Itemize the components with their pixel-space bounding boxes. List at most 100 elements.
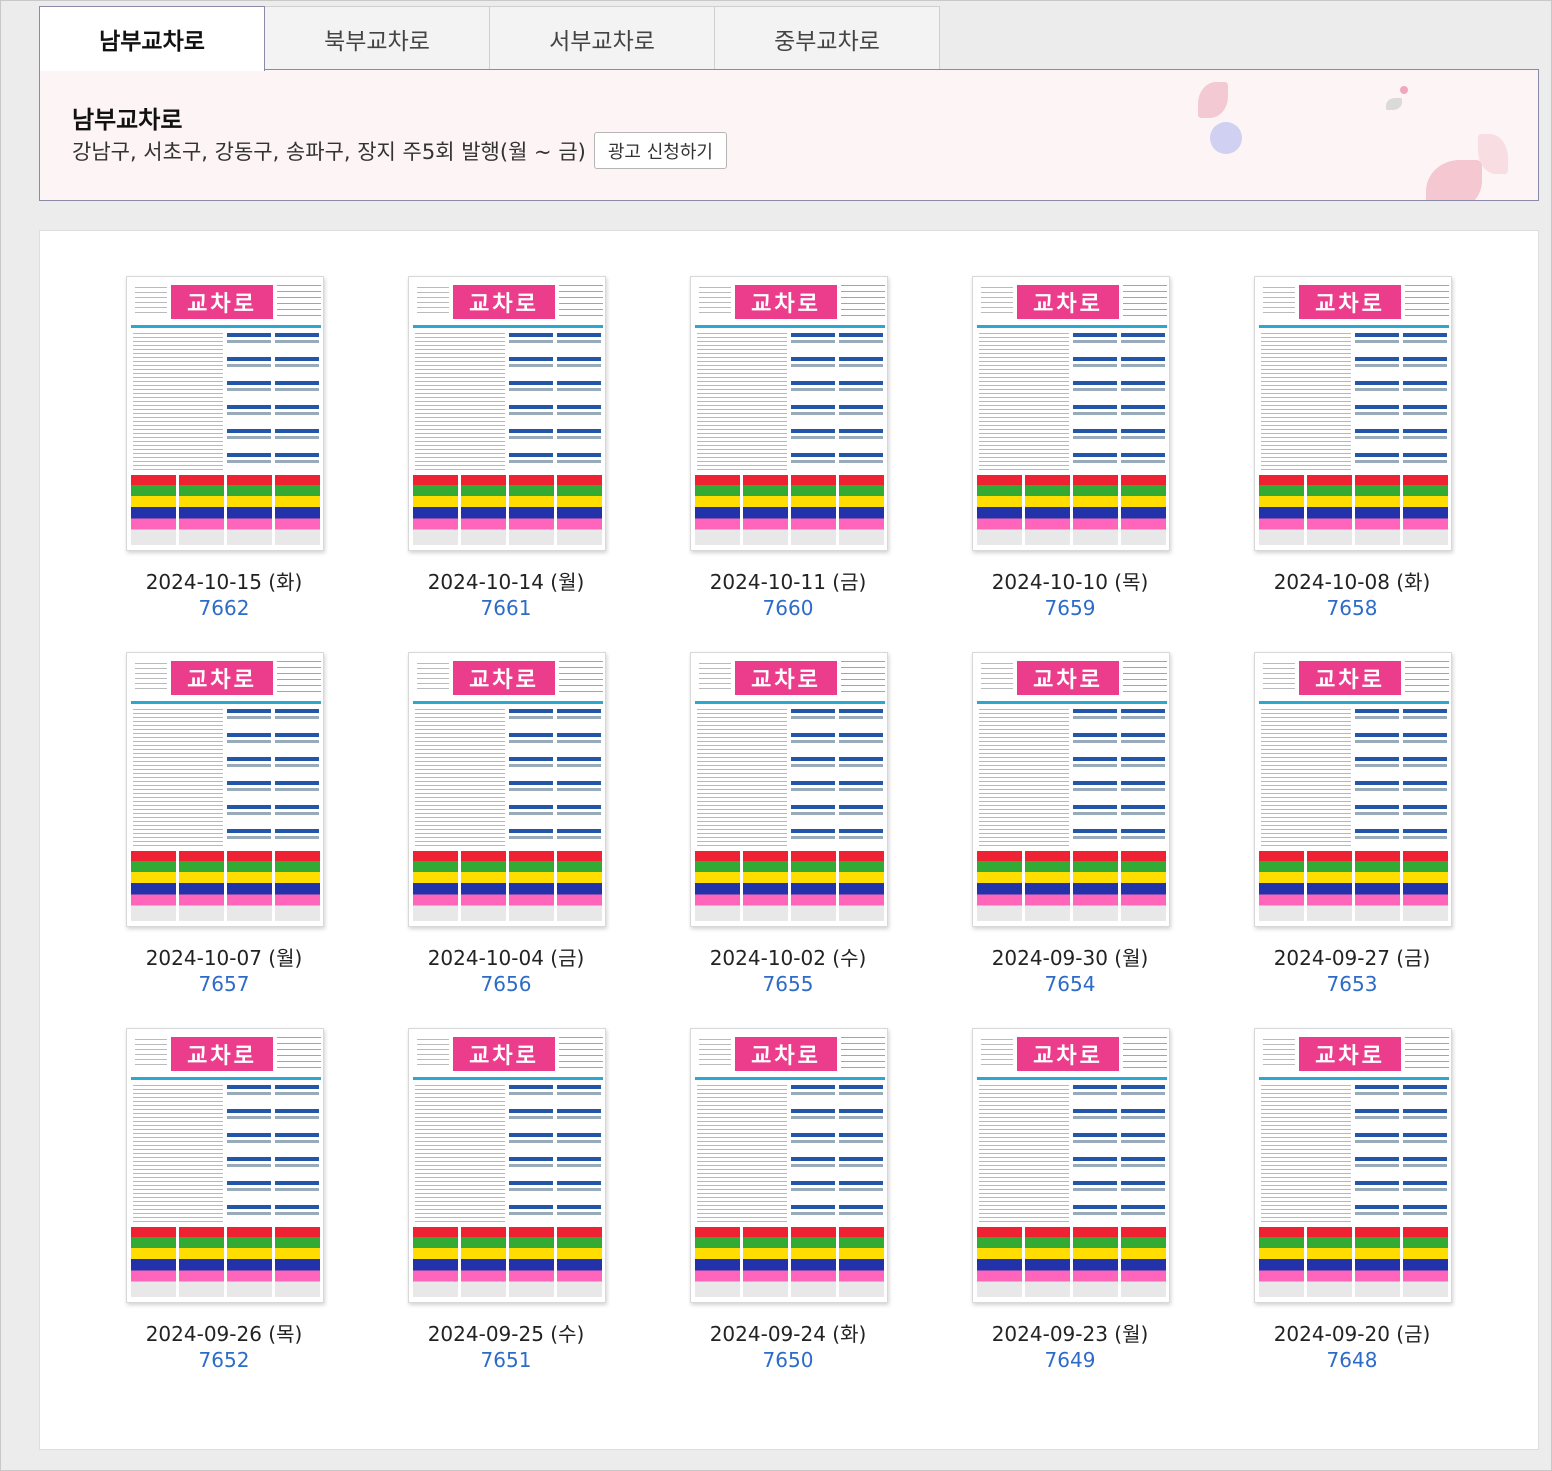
decorative-petal: [1386, 98, 1402, 110]
decorative-circle: [1210, 122, 1242, 154]
thumbnail-article-text: [133, 1085, 223, 1225]
newspaper-thumbnail[interactable]: 교차로: [690, 276, 888, 551]
tab-central[interactable]: 중부교차로: [714, 6, 940, 70]
issue-date: 2024-09-24 (화): [709, 1322, 867, 1346]
thumbnail-logo: 교차로: [735, 1037, 837, 1071]
thumbnail-masthead: 교차로: [131, 1033, 321, 1077]
thumbnail-logo: 교차로: [735, 661, 837, 695]
thumbnail-article-text: [1261, 333, 1351, 473]
thumbnail-small-print: [1263, 1039, 1295, 1069]
thumbnail-classified-ads: [1073, 333, 1165, 473]
thumbnail-issue-date-block: [841, 1037, 885, 1071]
issue-number-link[interactable]: 7651: [386, 1348, 626, 1372]
issue-number-link[interactable]: 7652: [104, 1348, 344, 1372]
issue-number-link[interactable]: 7649: [950, 1348, 1190, 1372]
thumbnail-classified-ads: [1073, 1085, 1165, 1225]
issue-date: 2024-09-30 (월): [991, 946, 1149, 970]
newspaper-thumbnail[interactable]: 교차로: [126, 1028, 324, 1303]
thumbnail-classified-ads: [1355, 333, 1447, 473]
issue-number-link[interactable]: 7661: [386, 596, 626, 620]
page-frame: 남부교차로 북부교차로 서부교차로 중부교차로 남부교차로 강남구, 서초구, …: [0, 0, 1552, 1471]
newspaper-thumbnail[interactable]: 교차로: [408, 1028, 606, 1303]
thumbnail-masthead: 교차로: [695, 1033, 885, 1077]
thumbnail-display-ads: [977, 1227, 1167, 1297]
thumbnail-divider: [977, 325, 1167, 328]
thumbnail-small-print: [417, 663, 449, 693]
newspaper-thumbnail[interactable]: 교차로: [972, 1028, 1170, 1303]
issue-number-link[interactable]: 7655: [668, 972, 908, 996]
issue-number-link[interactable]: 7658: [1232, 596, 1472, 620]
thumbnail-article-text: [133, 333, 223, 473]
newspaper-thumbnail[interactable]: 교차로: [126, 276, 324, 551]
thumbnail-logo: 교차로: [453, 1037, 555, 1071]
thumbnail-issue-date-block: [559, 661, 603, 695]
thumbnail-logo: 교차로: [1299, 661, 1401, 695]
thumbnail-classified-ads: [227, 333, 319, 473]
thumbnail-logo: 교차로: [735, 285, 837, 319]
tab-west[interactable]: 서부교차로: [489, 6, 715, 70]
thumbnail-divider: [131, 325, 321, 328]
issue-number-link[interactable]: 7660: [668, 596, 908, 620]
issue-number-link[interactable]: 7654: [950, 972, 1190, 996]
issue-number-link[interactable]: 7662: [104, 596, 344, 620]
thumbnail-issue-date-block: [277, 661, 321, 695]
newspaper-thumbnail[interactable]: 교차로: [690, 1028, 888, 1303]
thumbnail-issue-date-block: [841, 285, 885, 319]
issue-number-link[interactable]: 7650: [668, 1348, 908, 1372]
issue-date: 2024-10-02 (수): [709, 946, 867, 970]
issue-date: 2024-09-27 (금): [1273, 946, 1431, 970]
issue-number-link[interactable]: 7653: [1232, 972, 1472, 996]
issue-number-link[interactable]: 7656: [386, 972, 626, 996]
thumbnail-divider: [131, 701, 321, 704]
thumbnail-classified-ads: [509, 1085, 601, 1225]
issue-date: 2024-10-08 (화): [1273, 570, 1431, 594]
thumbnail-display-ads: [695, 851, 885, 921]
newspaper-thumbnail[interactable]: 교차로: [408, 276, 606, 551]
thumbnail-display-ads: [413, 851, 603, 921]
newspaper-thumbnail[interactable]: 교차로: [1254, 1028, 1452, 1303]
edition-title: 남부교차로: [72, 106, 183, 134]
thumbnail-divider: [695, 325, 885, 328]
thumbnail-issue-date-block: [1123, 661, 1167, 695]
thumbnail-logo: 교차로: [1299, 1037, 1401, 1071]
apply-ad-button[interactable]: 광고 신청하기: [593, 132, 727, 169]
issue-number-link[interactable]: 7648: [1232, 1348, 1472, 1372]
newspaper-thumbnail[interactable]: 교차로: [1254, 276, 1452, 551]
thumbnail-issue-date-block: [559, 1037, 603, 1071]
thumbnail-logo: 교차로: [171, 1037, 273, 1071]
thumbnail-article-text: [697, 709, 787, 849]
newspaper-thumbnail[interactable]: 교차로: [690, 652, 888, 927]
edition-header-panel: 남부교차로 강남구, 서초구, 강동구, 송파구, 장지 주5회 발행(월 ~ …: [39, 69, 1539, 201]
thumbnail-article-text: [697, 1085, 787, 1225]
thumbnail-classified-ads: [509, 709, 601, 849]
thumbnail-display-ads: [1259, 851, 1449, 921]
thumbnail-logo: 교차로: [1017, 661, 1119, 695]
newspaper-thumbnail[interactable]: 교차로: [1254, 652, 1452, 927]
thumbnail-issue-date-block: [841, 661, 885, 695]
tab-south[interactable]: 남부교차로: [39, 6, 265, 71]
thumbnail-issue-date-block: [1123, 1037, 1167, 1071]
newspaper-thumbnail[interactable]: 교차로: [972, 652, 1170, 927]
tab-north[interactable]: 북부교차로: [264, 6, 490, 70]
thumbnail-logo: 교차로: [1017, 285, 1119, 319]
thumbnail-masthead: 교차로: [977, 281, 1167, 325]
thumbnail-divider: [131, 1077, 321, 1080]
thumbnail-divider: [695, 701, 885, 704]
thumbnail-issue-date-block: [1123, 285, 1167, 319]
thumbnail-logo: 교차로: [171, 285, 273, 319]
thumbnail-article-text: [133, 709, 223, 849]
thumbnail-issue-date-block: [1405, 1037, 1449, 1071]
issue-number-link[interactable]: 7657: [104, 972, 344, 996]
newspaper-thumbnail[interactable]: 교차로: [972, 276, 1170, 551]
issue-number-link[interactable]: 7659: [950, 596, 1190, 620]
thumbnail-masthead: 교차로: [977, 657, 1167, 701]
thumbnail-issue-date-block: [1405, 285, 1449, 319]
newspaper-thumbnail[interactable]: 교차로: [126, 652, 324, 927]
thumbnail-display-ads: [977, 475, 1167, 545]
thumbnail-masthead: 교차로: [1259, 1033, 1449, 1077]
thumbnail-masthead: 교차로: [413, 281, 603, 325]
thumbnail-masthead: 교차로: [695, 281, 885, 325]
newspaper-thumbnail[interactable]: 교차로: [408, 652, 606, 927]
thumbnail-display-ads: [695, 475, 885, 545]
thumbnail-logo: 교차로: [453, 661, 555, 695]
